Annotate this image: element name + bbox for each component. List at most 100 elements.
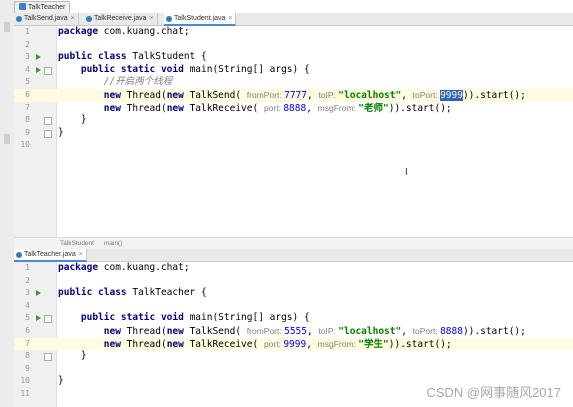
code-token: Thread(	[126, 338, 167, 350]
fold-icon[interactable]	[44, 353, 52, 362]
line-number: 11	[20, 389, 30, 398]
code-token: ,	[306, 338, 318, 350]
tab-talkteacher[interactable]: TalkTeacher.java ×	[14, 249, 87, 262]
line-number: 3	[25, 52, 30, 62]
code-token: public static void	[58, 63, 190, 75]
tab-label: TalkReceive.java	[94, 15, 147, 22]
string-literal: "学生"	[358, 338, 389, 350]
code-line[interactable]: 3 public class TalkStudent {	[14, 51, 573, 64]
text-cursor-icon: I	[405, 167, 408, 178]
code-line[interactable]: 4 public static void main(String[] args)…	[14, 64, 573, 77]
run-gutter-icon[interactable]	[36, 66, 41, 73]
line-number: 10	[20, 376, 30, 386]
watermark: CSDN @网事随风2017	[426, 385, 561, 400]
code-token: )).start();	[388, 338, 452, 350]
comment: //开启两个线程	[58, 76, 173, 88]
code-token: new	[58, 102, 127, 114]
code-token: ,	[401, 90, 413, 101]
code-token: new	[166, 326, 190, 337]
code-line[interactable]: 5 public static void main(String[] args)…	[14, 312, 573, 325]
tab-talksend[interactable]: TalkSend.java ×	[14, 13, 79, 25]
line-number: 5	[25, 77, 30, 87]
run-gutter-icon[interactable]	[36, 315, 41, 322]
java-class-icon	[19, 3, 26, 10]
top-editor-pane[interactable]: 1 package com.kuang.chat; 2 3 public class T…	[14, 26, 573, 237]
code-line[interactable]: 9}	[14, 127, 573, 140]
number-literal: 5555	[284, 326, 307, 337]
code-line[interactable]: 7 new Thread(new TalkReceive( port: 9999…	[14, 337, 573, 352]
run-gutter-icon[interactable]	[36, 54, 41, 61]
code-text: }	[58, 114, 87, 127]
code-token: com.kuang.chat;	[103, 262, 190, 273]
java-class-icon	[16, 16, 22, 22]
fold-icon[interactable]	[44, 315, 52, 324]
parameter-hint: toIP:	[318, 90, 339, 100]
number-literal: 9999	[283, 338, 307, 350]
code-token: Thread(	[126, 326, 167, 337]
run-gutter-icon[interactable]	[36, 290, 41, 297]
close-icon[interactable]: ×	[71, 15, 75, 22]
parameter-hint: port:	[263, 338, 284, 349]
fold-icon[interactable]	[44, 129, 52, 138]
code-token: )).start();	[388, 102, 452, 114]
code-line[interactable]: 8 }	[14, 350, 573, 363]
code-text: public class TalkTeacher {	[58, 287, 207, 300]
code-line[interactable]: 4	[14, 300, 573, 313]
strip-marker	[4, 134, 10, 144]
code-token: public static void	[58, 312, 190, 324]
parameter-hint: msgFrom:	[317, 102, 359, 113]
code-text: public static void main(String[] args) {	[58, 312, 310, 325]
close-icon[interactable]: ×	[79, 251, 83, 258]
code-token: TalkTeacher {	[132, 287, 207, 299]
code-token: public class	[58, 287, 133, 299]
line-number: 6	[25, 326, 30, 335]
code-token: }	[58, 350, 87, 362]
tab-talkreceive[interactable]: TalkReceive.java ×	[84, 13, 158, 25]
breadcrumb-class[interactable]: TalkStudent	[60, 240, 94, 247]
code-line[interactable]: 8 }	[14, 114, 573, 127]
code-token: ,	[306, 90, 319, 101]
code-line[interactable]: 1 package com.kuang.chat;	[14, 26, 573, 39]
code-text: new Thread(new TalkReceive( port: 8888, …	[58, 102, 452, 116]
code-token: public class	[58, 51, 133, 63]
parameter-hint: toPort:	[412, 90, 441, 100]
line-number: 5	[25, 313, 30, 323]
close-icon[interactable]: ×	[228, 15, 232, 22]
code-token: }	[58, 375, 64, 387]
code-token: com.kuang.chat;	[103, 26, 190, 37]
line-number: 4	[25, 300, 30, 310]
code-line[interactable]: 3 public class TalkTeacher {	[14, 287, 573, 300]
code-line[interactable]: 1 package com.kuang.chat;	[14, 262, 573, 275]
line-number: 6	[25, 90, 30, 99]
parameter-hint: fromPort:	[246, 90, 285, 100]
java-class-icon	[166, 16, 172, 22]
code-token: new	[166, 338, 190, 350]
fold-icon[interactable]	[44, 66, 52, 75]
tab-talkstudent[interactable]: TalkStudent.java ×	[164, 13, 237, 26]
code-token: TalkSend(	[189, 90, 247, 101]
code-line[interactable]: 6 new Thread(new TalkSend( fromPort: 555…	[14, 325, 573, 338]
code-text: public static void main(String[] args) {	[58, 64, 310, 77]
tab-label: TalkSend.java	[24, 15, 68, 22]
code-text: package com.kuang.chat;	[58, 262, 190, 275]
code-line[interactable]: 6 new Thread(new TalkSend( fromPort: 777…	[14, 89, 573, 102]
string-literal: "localhost"	[338, 326, 402, 337]
parameter-hint: toPort:	[412, 326, 441, 336]
close-icon[interactable]: ×	[150, 15, 154, 22]
code-token: ,	[306, 102, 318, 114]
code-text: }	[58, 350, 87, 363]
code-line[interactable]: 10	[14, 139, 573, 152]
code-line[interactable]: 7 new Thread(new TalkReceive( port: 8888…	[14, 102, 573, 115]
code-text: new Thread(new TalkSend( fromPort: 7777,…	[58, 89, 526, 103]
code-line[interactable]: 2	[14, 275, 573, 288]
breadcrumb-method[interactable]: main()	[104, 240, 122, 247]
code-token: new	[166, 90, 190, 101]
line-number: 2	[25, 39, 30, 49]
parameter-hint: fromPort:	[246, 326, 285, 336]
fold-icon[interactable]	[44, 117, 52, 126]
code-text: new Thread(new TalkReceive( port: 9999, …	[58, 338, 452, 352]
code-token: new	[58, 90, 127, 101]
code-line[interactable]: 2	[14, 39, 573, 52]
code-line[interactable]: 5 //开启两个线程	[14, 76, 573, 89]
code-line[interactable]: 9	[14, 363, 573, 376]
